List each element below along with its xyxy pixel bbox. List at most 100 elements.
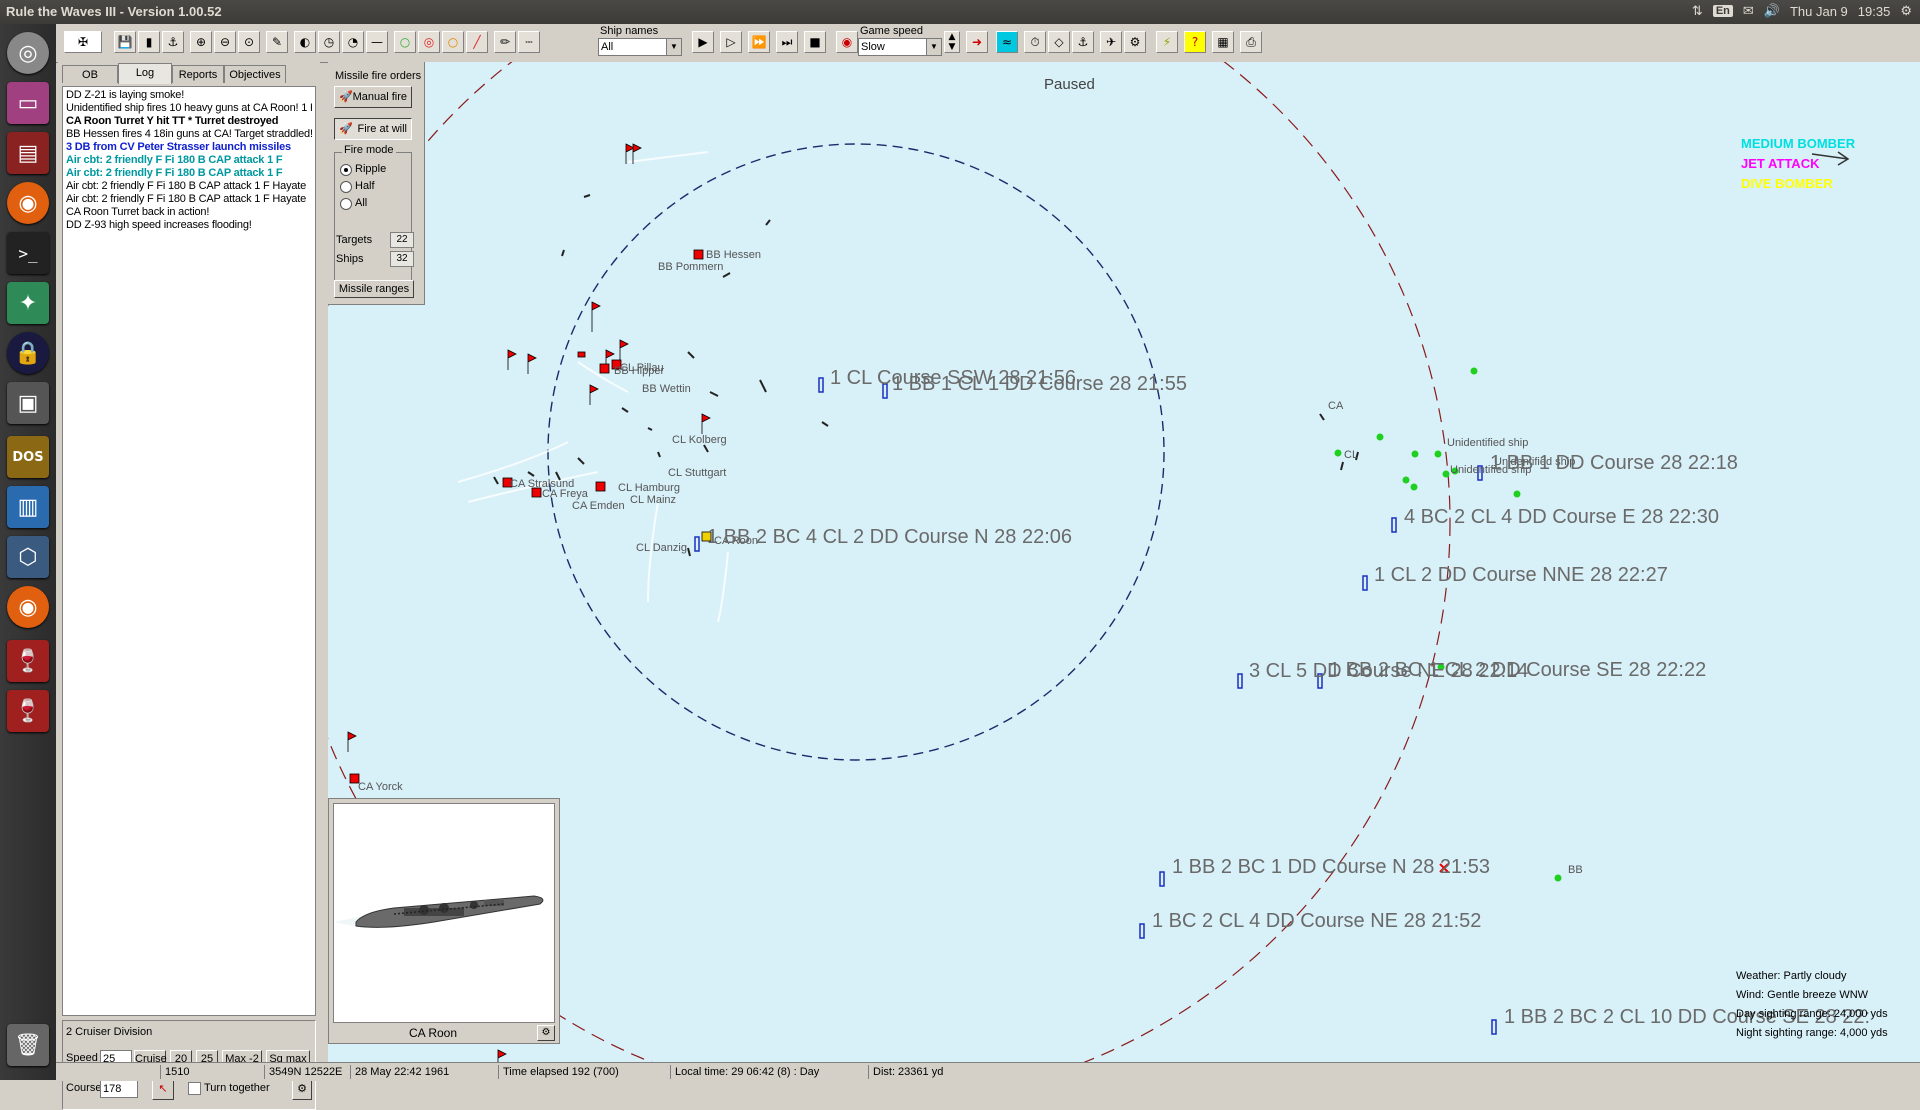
stopwatch-icon[interactable]: ⏱: [1024, 31, 1046, 53]
stop-icon[interactable]: ■: [804, 31, 826, 53]
contact-report[interactable]: 1 BC 2 CL 4 DD Course NE 28 21:52: [1152, 910, 1481, 933]
tab-objectives[interactable]: Objectives: [224, 65, 286, 83]
ship-label[interactable]: CA Yorck: [358, 781, 403, 793]
app-pinwheel-icon[interactable]: ✦: [7, 282, 49, 324]
course-stepper[interactable]: 178: [100, 1080, 138, 1098]
contact-report[interactable]: 4 BC 2 CL 4 DD Course E 28 22:30: [1404, 506, 1719, 529]
lock-icon[interactable]: 🔒: [7, 332, 49, 374]
enemy-label[interactable]: CA: [1328, 400, 1343, 412]
date-label[interactable]: Thu Jan 9: [1790, 4, 1848, 19]
settings-gear-icon[interactable]: ⚙: [1900, 3, 1912, 19]
ship-info-icon[interactable]: ⚙: [537, 1025, 555, 1041]
files-icon[interactable]: ▤: [7, 132, 49, 174]
zoom-out-icon[interactable]: ⊖: [214, 31, 236, 53]
ship-label[interactable]: CL Hamburg: [618, 482, 680, 494]
virtualbox-icon[interactable]: ⬡: [7, 536, 49, 578]
dotted-line-icon[interactable]: ┄: [518, 31, 540, 53]
fire-mode-radio-ripple[interactable]: [340, 164, 352, 176]
document-icon[interactable]: ▥: [7, 486, 49, 528]
keyboard-layout[interactable]: En: [1712, 5, 1733, 17]
trash-icon[interactable]: 🗑: [7, 1024, 49, 1066]
dash-icon[interactable]: ◎: [7, 32, 49, 74]
clock-icon[interactable]: ◷: [318, 31, 340, 53]
print-icon[interactable]: ⎙: [1240, 31, 1262, 53]
network-icon[interactable]: ⇅: [1692, 3, 1703, 19]
save-icon[interactable]: 💾: [114, 31, 136, 53]
red-circle-icon[interactable]: ◎: [418, 31, 440, 53]
ship-label[interactable]: CA Emden: [572, 500, 625, 512]
tab-ob[interactable]: OB: [62, 65, 118, 83]
dosbox-icon[interactable]: DOS: [7, 436, 49, 478]
sea-view-icon[interactable]: ≈: [996, 31, 1018, 53]
step-icon[interactable]: ▷: [720, 31, 742, 53]
fire-mode-radio-half[interactable]: [340, 181, 352, 193]
contact-report[interactable]: 1 BB 2 BC 1 DD Course N 28 21:53: [1172, 856, 1490, 879]
mail-icon[interactable]: ✉: [1743, 3, 1754, 19]
ship-label[interactable]: BB Hipper: [614, 365, 664, 377]
green-circle-icon[interactable]: ○: [394, 31, 416, 53]
wine-glass-icon[interactable]: 🍷: [7, 640, 49, 682]
zoom-reset-icon[interactable]: ⊙: [238, 31, 260, 53]
enemy-label[interactable]: CL: [1344, 449, 1358, 461]
window-icon[interactable]: ▣: [7, 382, 49, 424]
lightning-icon[interactable]: ⚡: [1156, 31, 1178, 53]
pencil-icon[interactable]: ✏: [494, 31, 516, 53]
manual-fire-button[interactable]: 🚀 Manual fire: [334, 86, 412, 108]
volume-icon[interactable]: 🔊: [1764, 3, 1780, 19]
cursor-pick-icon[interactable]: ↖: [152, 1080, 174, 1100]
anchor-icon[interactable]: ⚓: [1072, 31, 1094, 53]
zoom-in-icon[interactable]: ⊕: [190, 31, 212, 53]
contact-report[interactable]: 1 CL 2 DD Course NNE 28 22:27: [1374, 564, 1668, 587]
line-icon[interactable]: —: [366, 31, 388, 53]
contact-report[interactable]: 1 BB 2 BC 1 CL 2 DD Course SE 28 22:22: [1329, 659, 1706, 682]
flag-icon[interactable]: ✠: [64, 31, 102, 53]
wine-glass-2-icon[interactable]: 🍷: [7, 690, 49, 732]
missile-ranges-button[interactable]: Missile ranges: [334, 280, 414, 298]
faster-icon[interactable]: ⏭: [776, 31, 798, 53]
clock-label[interactable]: 19:35: [1858, 4, 1891, 19]
aircraft-icon[interactable]: ✈: [1100, 31, 1122, 53]
tab-log[interactable]: Log: [118, 63, 172, 84]
terminal-icon[interactable]: >_: [7, 232, 49, 274]
fire-at-will-button[interactable]: 🚀 Fire at will: [334, 118, 412, 140]
ship-label[interactable]: CL Stuttgart: [668, 467, 726, 479]
red-arrow-icon[interactable]: ➜: [966, 31, 988, 53]
ship-label[interactable]: BB Hessen: [706, 249, 761, 261]
target-icon[interactable]: ◉: [836, 31, 858, 53]
ship-list-icon[interactable]: ⚓: [162, 31, 184, 53]
firefox-icon[interactable]: ◉: [7, 182, 49, 224]
ship-label[interactable]: CL Danzig: [636, 542, 687, 554]
ship-label[interactable]: BB Wettin: [642, 383, 691, 395]
contact-report[interactable]: 1 BB 1 DD Course 28 22:18: [1490, 452, 1738, 475]
orange-circle-icon[interactable]: ○: [442, 31, 464, 53]
game-speed-select[interactable]: Slow ▼: [858, 38, 942, 56]
enemy-label[interactable]: Unidentified ship: [1447, 437, 1528, 449]
ship-label[interactable]: CL Mainz: [630, 494, 676, 506]
fire-mode-radio-all[interactable]: [340, 198, 352, 210]
ship-label[interactable]: CA Freya: [542, 488, 588, 500]
timer-icon[interactable]: ◔: [342, 31, 364, 53]
contact-report[interactable]: 1 BB 1 CL 1 DD Course 28 21:55: [892, 373, 1187, 396]
pen-icon[interactable]: ✎: [266, 31, 288, 53]
help-icon[interactable]: ?: [1184, 31, 1206, 53]
battle-map[interactable]: Paused BB Hessen BB Pommern CL Pillau BB…: [328, 62, 1920, 1062]
eraser-icon[interactable]: ◇: [1048, 31, 1070, 53]
enemy-label[interactable]: BB: [1568, 864, 1583, 876]
firefox-2-icon[interactable]: ◉: [7, 586, 49, 628]
turn-together-checkbox[interactable]: [188, 1082, 201, 1095]
report-icon[interactable]: ▦: [1212, 31, 1234, 53]
bomb-icon[interactable]: ◐: [294, 31, 316, 53]
formation-gear-icon[interactable]: ⚙: [292, 1080, 312, 1100]
combat-log[interactable]: DD Z-21 is laying smoke! Unidentified shi…: [62, 86, 316, 1016]
red-line-icon[interactable]: ╱: [466, 31, 488, 53]
tab-reports[interactable]: Reports: [172, 65, 224, 83]
book-icon[interactable]: ▮: [138, 31, 160, 53]
ship-label[interactable]: CL Kolberg: [672, 434, 727, 446]
ship-label[interactable]: BB Pommern: [658, 261, 723, 273]
speed-updown-icon[interactable]: ▲ ▼: [944, 31, 960, 53]
ship-names-select[interactable]: All ▼: [598, 38, 682, 56]
fast-icon[interactable]: ⏩: [748, 31, 770, 53]
workspace-icon[interactable]: ▭: [7, 82, 49, 124]
aircraft-settings-icon[interactable]: ⚙: [1124, 31, 1146, 53]
play-icon[interactable]: ▶: [692, 31, 714, 53]
